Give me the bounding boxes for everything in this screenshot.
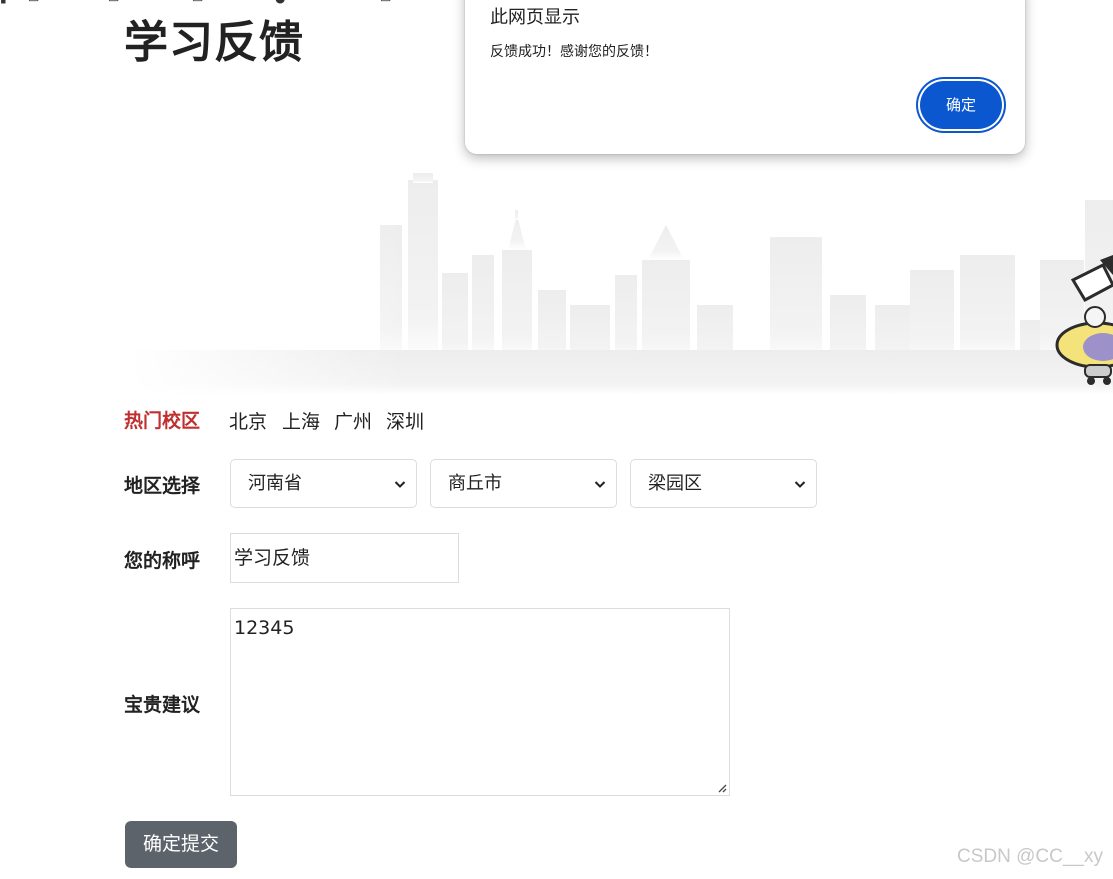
alert-dialog: 此网页显示 反馈成功！感谢您的反馈！ 确定 [465,0,1025,154]
mascot-illustration [1055,255,1113,385]
dialog-message: 反馈成功！感谢您的反馈！ [490,44,658,60]
city-select-value: 商丘市 [448,473,502,494]
watermark: CSDN @CC__xy [957,846,1103,867]
campus-link-shenzhen[interactable]: 深圳 [386,407,424,434]
district-select[interactable]: 梁园区 [630,459,817,508]
bookmark-fragment-icon: ▭ [380,0,391,5]
campus-link-beijing[interactable]: 北京 [229,407,267,434]
bookmarks-bar-fragment: ▮ ▭ ▭ ▭ ● ▭ [0,0,470,6]
dialog-title: 此网页显示 [490,7,580,28]
suggestion-text: 12345 [234,617,295,639]
page-title: 学习反馈 [124,17,304,68]
bookmark-fragment-icon: ▮ [0,0,7,5]
dialog-ok-button[interactable]: 确定 [920,81,1002,129]
bookmark-fragment-icon: ▭ [108,0,119,5]
chevron-down-icon [394,481,406,488]
campus-link-guangzhou[interactable]: 广州 [334,407,372,434]
hot-campus-label: 热门校区 [124,410,201,432]
name-label: 您的称呼 [124,550,201,572]
suggestion-textarea[interactable]: 12345 [230,608,730,796]
region-label: 地区选择 [124,475,201,497]
bookmark-fragment-icon: ● [275,0,285,5]
bookmark-fragment-icon: ▭ [192,0,203,5]
district-select-value: 梁园区 [648,473,702,494]
submit-button[interactable]: 确定提交 [125,821,237,868]
province-select[interactable]: 河南省 [230,459,417,508]
bookmark-fragment-icon: ▭ [28,0,39,5]
province-select-value: 河南省 [248,473,302,494]
city-select[interactable]: 商丘市 [430,459,617,508]
name-input[interactable]: 学习反馈 [230,533,459,583]
chevron-down-icon [794,481,806,488]
campus-link-shanghai[interactable]: 上海 [282,407,320,434]
city-skyline-illustration [130,165,1113,395]
resize-grip-icon[interactable] [716,782,727,793]
suggestion-label: 宝贵建议 [124,694,201,716]
chevron-down-icon [594,481,606,488]
